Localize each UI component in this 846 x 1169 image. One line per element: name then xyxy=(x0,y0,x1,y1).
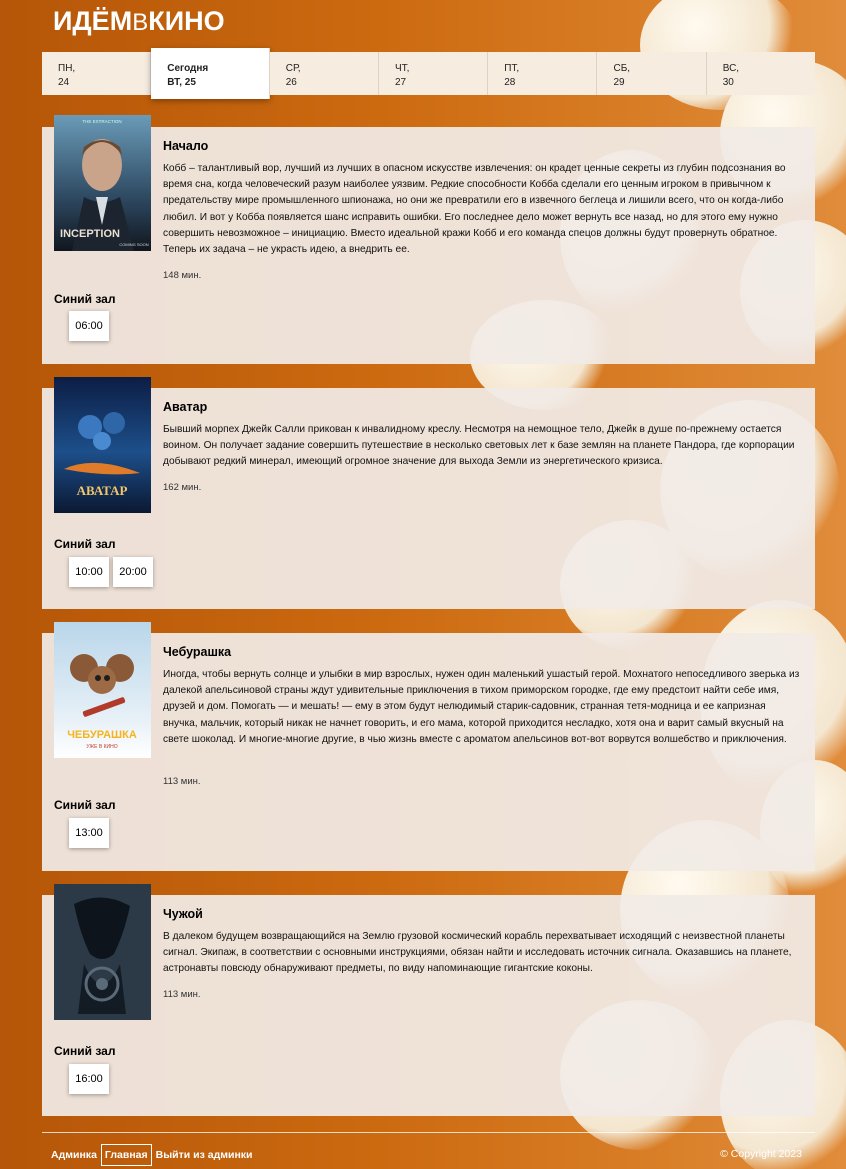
hall-title: Синий зал xyxy=(54,1044,116,1058)
seance-button[interactable]: 20:00 xyxy=(113,557,153,587)
day-tab-sun[interactable]: ВС, 30 xyxy=(706,52,815,95)
seance-button[interactable]: 06:00 xyxy=(69,311,109,341)
movie-card: ЧЕБУРАШКА УЖЕ В КИНО Чебурашка Иногда, ч… xyxy=(42,622,815,871)
movie-card: Чужой В далеком будущем возвращающийся н… xyxy=(42,884,815,1116)
movie-duration: 113 мин. xyxy=(163,989,201,1000)
footer-divider xyxy=(42,1132,815,1133)
movie-poster: THE EXTRACTION INCEPTION COMING SOON xyxy=(54,115,151,251)
movie-poster: АВАТАР xyxy=(54,377,151,513)
nav-home-link[interactable]: Главная xyxy=(100,1144,152,1166)
poster-tagline: THE EXTRACTION xyxy=(82,119,121,124)
day-selector: ПН, 24 Сегодня ВТ, 25 СР, 26 ЧТ, 27 ПТ, 28 СБ… xyxy=(42,48,815,99)
day-tab-mon[interactable]: ПН, 24 xyxy=(42,52,152,95)
day-tab-sat[interactable]: СБ, 29 xyxy=(597,52,707,95)
movie-card: АВАТАР Аватар Бывший морпех Джейк Салли … xyxy=(42,377,815,609)
hall-title: Синий зал xyxy=(54,292,116,306)
seance-button[interactable]: 16:00 xyxy=(69,1064,109,1094)
movie-description: В далеком будущем возвращающийся на Земл… xyxy=(163,931,792,975)
day-tab-thu[interactable]: ЧТ, 27 xyxy=(378,52,489,95)
movie-card: THE EXTRACTION INCEPTION COMING SOON Нач… xyxy=(42,115,815,364)
poster-title: ЧЕБУРАШКА xyxy=(67,729,137,741)
seance-button[interactable]: 10:00 xyxy=(69,557,109,587)
movie-description: Кобб – талантливый вор, лучший из лучших… xyxy=(163,163,786,256)
movie-duration: 162 мин. xyxy=(163,482,202,493)
poster-caption: УЖЕ В КИНО xyxy=(86,744,117,750)
poster-title: INCEPTION xyxy=(60,228,120,240)
movie-title: Начало xyxy=(163,139,209,153)
movie-poster xyxy=(54,884,151,1020)
footer-nav: Админка Главная Выйти из админки xyxy=(51,1144,253,1166)
site-logo[interactable]: ИДЁМВКИНО xyxy=(53,6,225,37)
day-tab-fri[interactable]: ПТ, 28 xyxy=(488,52,598,95)
movie-description: Иногда, чтобы вернуть солнце и улыбки в … xyxy=(163,669,800,745)
movie-duration: 113 мин. xyxy=(163,776,201,787)
movie-poster: ЧЕБУРАШКА УЖЕ В КИНО xyxy=(54,622,151,758)
movie-title: Аватар xyxy=(163,400,208,414)
seance-button[interactable]: 13:00 xyxy=(69,818,109,848)
movie-description: Бывший морпех Джейк Салли прикован к инв… xyxy=(163,424,795,468)
footer: Админка Главная Выйти из админки © Copyr… xyxy=(0,1144,846,1169)
day-tab-today[interactable]: Сегодня ВТ, 25 xyxy=(151,48,270,99)
movie-title: Чебурашка xyxy=(163,645,232,659)
nav-logout-link[interactable]: Выйти из админки xyxy=(156,1145,253,1165)
hall-title: Синий зал xyxy=(54,537,116,551)
nav-admin-link[interactable]: Админка xyxy=(51,1145,97,1165)
hall-title: Синий зал xyxy=(54,798,116,812)
movie-duration: 148 мин. xyxy=(163,270,202,281)
copyright: © Copyright 2023 xyxy=(720,1148,802,1160)
movie-title: Чужой xyxy=(163,907,203,921)
poster-title: АВАТАР xyxy=(77,483,128,498)
day-tab-wed[interactable]: СР, 26 xyxy=(269,52,379,95)
poster-caption: COMING SOON xyxy=(119,242,148,247)
